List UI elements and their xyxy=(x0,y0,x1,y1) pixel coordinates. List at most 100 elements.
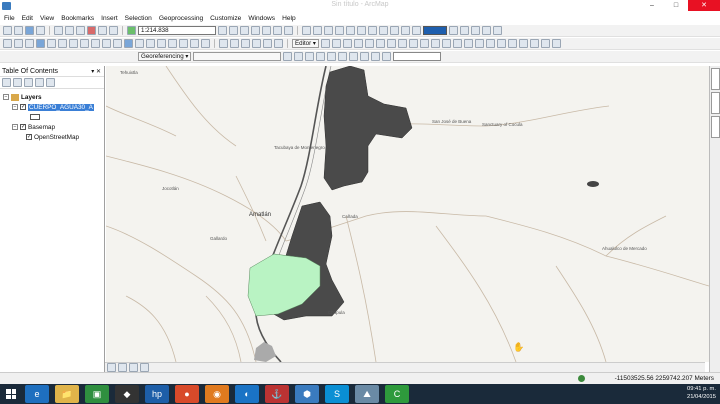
layout-tool-icon[interactable] xyxy=(357,26,366,35)
edit-tool-icon[interactable] xyxy=(321,39,330,48)
georef-tool-icon[interactable] xyxy=(294,52,304,61)
minimize-button[interactable]: – xyxy=(640,0,664,11)
save-icon[interactable] xyxy=(25,26,34,35)
copy-icon[interactable] xyxy=(65,26,74,35)
polygon-symbol-swatch[interactable] xyxy=(30,114,40,120)
layer-visibility-checkbox[interactable]: ✓ xyxy=(20,104,26,110)
georef-value-input[interactable] xyxy=(393,52,442,61)
edit-tool-icon[interactable] xyxy=(519,39,528,48)
maximize-button[interactable]: □ xyxy=(664,0,688,11)
find-icon[interactable] xyxy=(135,39,144,48)
georef-tool-icon[interactable] xyxy=(327,52,337,61)
draw-icon[interactable] xyxy=(230,39,239,48)
create-viewer-icon[interactable] xyxy=(201,39,210,48)
pan-icon[interactable] xyxy=(25,39,34,48)
menu-view[interactable]: View xyxy=(40,15,54,22)
georef-tool-icon[interactable] xyxy=(349,52,359,61)
collapse-icon[interactable]: − xyxy=(12,104,18,110)
edit-tool-icon[interactable] xyxy=(420,39,429,48)
list-by-source-icon[interactable] xyxy=(13,78,22,87)
edit-tool-icon[interactable] xyxy=(376,39,385,48)
layout-tool-icon[interactable] xyxy=(324,26,333,35)
undo-icon[interactable] xyxy=(98,26,107,35)
file-explorer-icon[interactable]: 📁 xyxy=(55,385,79,403)
edit-tool-icon[interactable] xyxy=(497,39,506,48)
water-body-north[interactable] xyxy=(323,66,413,191)
full-extent-icon[interactable] xyxy=(36,39,45,48)
refresh-icon[interactable] xyxy=(129,363,138,372)
menu-edit[interactable]: Edit xyxy=(22,15,33,22)
map-view[interactable]: Tehuixtla Amatlán Tacubaya de Montenegro… xyxy=(106,66,709,362)
draw-icon[interactable] xyxy=(241,39,250,48)
app-icon[interactable]: ⛰ xyxy=(355,385,379,403)
edit-tool-icon[interactable] xyxy=(541,39,550,48)
firefox-icon[interactable]: ◉ xyxy=(205,385,229,403)
georef-tool-icon[interactable] xyxy=(338,52,348,61)
draw-icon[interactable] xyxy=(274,39,283,48)
measure-icon[interactable] xyxy=(157,39,166,48)
edit-tool-icon[interactable] xyxy=(475,39,484,48)
georef-tool-icon[interactable] xyxy=(382,52,392,61)
paste-icon[interactable] xyxy=(76,26,85,35)
fixed-zoom-out-icon[interactable] xyxy=(58,39,67,48)
select-features-icon[interactable] xyxy=(91,39,100,48)
toc-layer-row[interactable]: ✓ OpenStreetMap xyxy=(0,132,104,142)
georeferencing-menu[interactable]: Georeferencing ▾ xyxy=(138,52,192,61)
layout-tool-icon[interactable] xyxy=(471,26,480,35)
zoom-in-icon[interactable] xyxy=(3,39,12,48)
editor-menu[interactable]: Editor ▾ xyxy=(292,39,319,48)
redo-icon[interactable] xyxy=(109,26,118,35)
layout-tool-icon[interactable] xyxy=(449,26,458,35)
edit-tool-icon[interactable] xyxy=(332,39,341,48)
skype-icon[interactable]: S xyxy=(325,385,349,403)
app-icon[interactable]: ◆ xyxy=(115,385,139,403)
layout-view-icon[interactable] xyxy=(118,363,127,372)
layer-name[interactable]: OpenStreetMap xyxy=(34,134,79,141)
list-by-selection-icon[interactable] xyxy=(35,78,44,87)
layout-tool-icon[interactable] xyxy=(460,26,469,35)
fixed-zoom-in-icon[interactable] xyxy=(47,39,56,48)
draw-icon[interactable] xyxy=(263,39,272,48)
time-slider-icon[interactable] xyxy=(190,39,199,48)
draw-icon[interactable] xyxy=(219,39,228,48)
menu-selection[interactable]: Selection xyxy=(125,15,152,22)
layout-tool-icon[interactable] xyxy=(412,26,421,35)
hyperlink-icon[interactable] xyxy=(168,39,177,48)
edit-tool-icon[interactable] xyxy=(398,39,407,48)
list-by-drawing-order-icon[interactable] xyxy=(2,78,11,87)
add-data-icon[interactable] xyxy=(127,26,136,35)
edit-tool-icon[interactable] xyxy=(354,39,363,48)
forward-icon[interactable] xyxy=(80,39,89,48)
table-of-contents-icon[interactable] xyxy=(229,26,238,35)
data-view-icon[interactable] xyxy=(107,363,116,372)
layout-tool-icon[interactable] xyxy=(368,26,377,35)
catalog-dock-tab[interactable] xyxy=(711,68,720,90)
modelbuilder-icon[interactable] xyxy=(284,26,293,35)
catalog-icon[interactable] xyxy=(240,26,249,35)
edit-tool-icon[interactable] xyxy=(453,39,462,48)
georef-layer-dropdown[interactable] xyxy=(193,52,282,61)
list-by-visibility-icon[interactable] xyxy=(24,78,33,87)
arcmap-taskbar-icon[interactable]: ⬢ xyxy=(295,385,319,403)
close-button[interactable]: ✕ xyxy=(688,0,720,11)
app-icon[interactable]: C xyxy=(385,385,409,403)
editor-toolbar-icon[interactable] xyxy=(218,26,227,35)
edit-tool-icon[interactable] xyxy=(409,39,418,48)
layout-tool-icon[interactable] xyxy=(482,26,491,35)
edit-tool-icon[interactable] xyxy=(508,39,517,48)
layer-name[interactable]: CUERPO_AGUA30_A xyxy=(28,103,94,111)
layer-visibility-checkbox[interactable]: ✓ xyxy=(20,124,26,130)
menu-customize[interactable]: Customize xyxy=(210,15,241,22)
start-button[interactable] xyxy=(0,384,22,404)
georef-tool-icon[interactable] xyxy=(305,52,315,61)
select-elements-icon[interactable] xyxy=(113,39,122,48)
georef-tool-icon[interactable] xyxy=(316,52,326,61)
app-icon[interactable]: ▣ xyxy=(85,385,109,403)
edit-tool-icon[interactable] xyxy=(464,39,473,48)
clear-selection-icon[interactable] xyxy=(102,39,111,48)
layout-tool-icon[interactable] xyxy=(390,26,399,35)
collapse-icon[interactable]: − xyxy=(12,124,18,130)
menu-insert[interactable]: Insert xyxy=(101,15,118,22)
search-dock-tab[interactable] xyxy=(711,92,720,114)
edit-tool-icon[interactable] xyxy=(431,39,440,48)
